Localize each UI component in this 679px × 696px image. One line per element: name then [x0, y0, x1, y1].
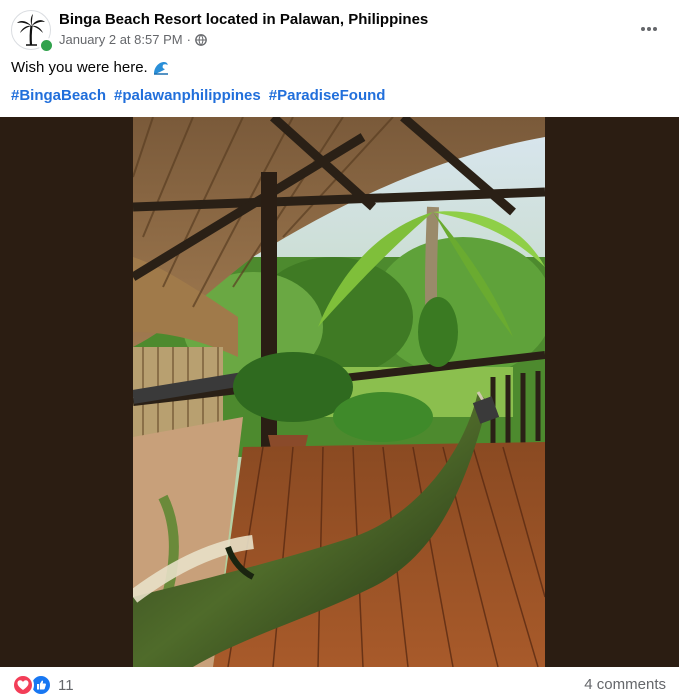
facebook-post: Binga Beach Resort located in Palawan, P…	[0, 0, 679, 696]
comments-count-link[interactable]: 4 comments	[584, 676, 666, 693]
reactions-summary[interactable]: 11	[12, 674, 74, 696]
post-photo[interactable]	[133, 117, 545, 667]
post-media	[0, 117, 679, 667]
meta-separator: ·	[186, 32, 191, 47]
globe-icon	[195, 33, 207, 46]
online-status-indicator	[39, 38, 54, 53]
post-message: Wish you were here.	[11, 59, 169, 76]
hashtag-link[interactable]: #ParadiseFound	[269, 87, 386, 104]
post-message-text: Wish you were here.	[11, 59, 148, 76]
hashtag-list: #BingaBeach #palawanphilippines #Paradis…	[11, 87, 385, 104]
post-footer: 11 4 comments	[0, 667, 679, 696]
post-timestamp[interactable]: January 2 at 8:57 PM	[59, 32, 183, 47]
more-options-button[interactable]	[632, 12, 666, 46]
more-options-icon	[641, 27, 657, 31]
hashtag-link[interactable]: #BingaBeach	[11, 87, 106, 104]
page-name-link[interactable]: Binga Beach Resort located in Palawan, P…	[59, 11, 428, 28]
post-meta: January 2 at 8:57 PM ·	[59, 32, 207, 47]
reaction-count: 11	[58, 676, 74, 694]
post-header: Binga Beach Resort located in Palawan, P…	[0, 0, 679, 54]
love-reaction-icon	[12, 674, 34, 696]
wave-emoji-icon	[153, 60, 169, 76]
hashtag-link[interactable]: #palawanphilippines	[114, 87, 261, 104]
